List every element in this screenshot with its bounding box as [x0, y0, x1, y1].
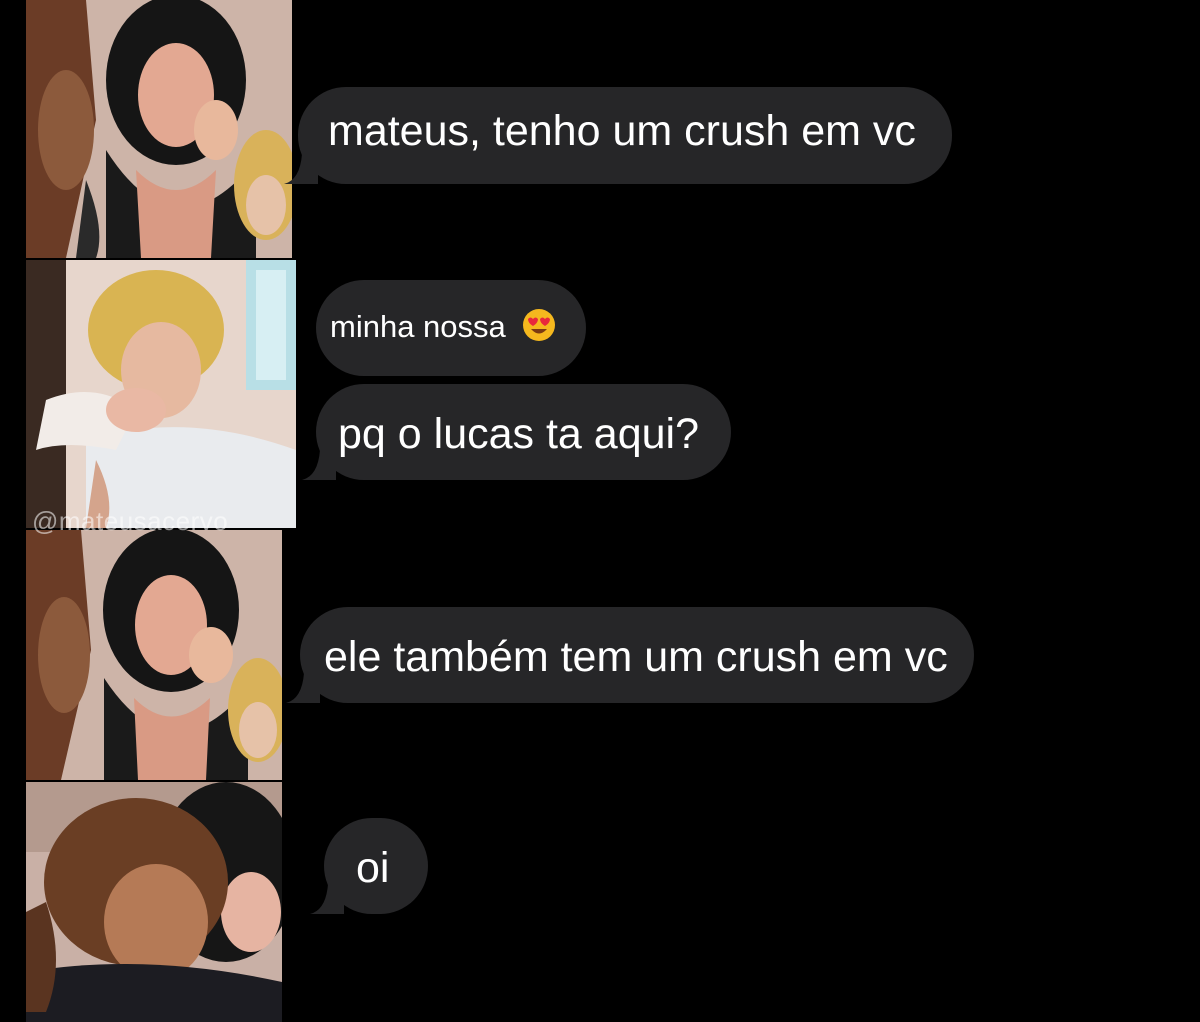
bubble-tail-icon	[302, 446, 336, 480]
avatar-image-1	[26, 0, 292, 258]
message-text-2: minha nossa	[330, 309, 506, 344]
message-bubble-1: mateus, tenho um crush em vc	[284, 87, 952, 184]
message-text-4: ele também tem um crush em vc	[324, 633, 948, 681]
avatar-image-4	[26, 782, 282, 1022]
bubble-tail-icon	[310, 880, 344, 914]
message-bubble-5: oi	[310, 818, 428, 914]
watermark-text: @mateusacervo	[32, 506, 229, 536]
bubble-tail-icon	[286, 669, 320, 703]
message-bubble-4: ele também tem um crush em vc	[286, 607, 974, 703]
message-bubble-2: minha nossa	[316, 280, 587, 376]
avatar-image-2	[26, 260, 296, 528]
heart-eyes-emoji-icon	[522, 308, 556, 342]
message-text-1: mateus, tenho um crush em vc	[328, 107, 916, 155]
bubble-tail-icon	[284, 150, 318, 184]
avatar-image-3	[26, 530, 282, 780]
message-text-5: oi	[356, 844, 390, 892]
message-bubble-3: pq o lucas ta aqui?	[302, 384, 731, 480]
message-text-3: pq o lucas ta aqui?	[338, 410, 699, 458]
